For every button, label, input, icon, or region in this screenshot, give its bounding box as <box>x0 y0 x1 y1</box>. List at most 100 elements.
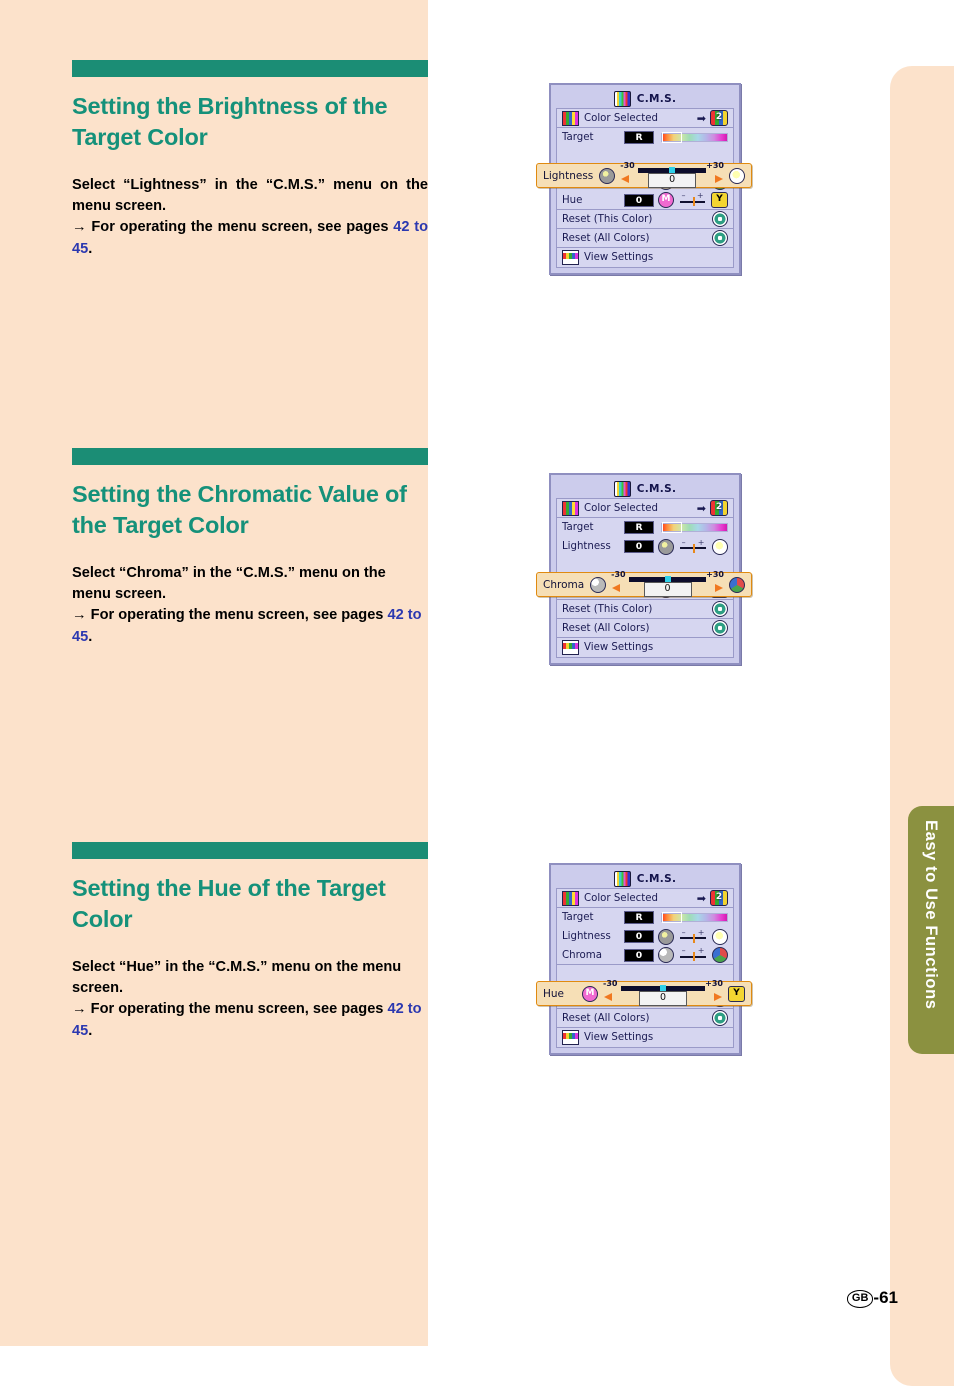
color-number-icon[interactable]: 2 <box>710 500 728 516</box>
osd-row-target[interactable]: Target R <box>557 128 733 147</box>
arrow-right-icon: ➡ <box>696 501 706 515</box>
cms-icon <box>613 870 631 887</box>
arrow-right-icon: ➡ <box>696 891 706 905</box>
color-palette-icon <box>562 500 579 516</box>
reset-icon[interactable] <box>712 601 728 617</box>
cms-icon <box>613 480 631 497</box>
section-rule <box>72 448 428 465</box>
osd-row-color-selected[interactable]: Color Selected ➡ 2 <box>557 109 733 128</box>
hue-slider[interactable]: – + <box>678 191 707 207</box>
decrease-arrow-icon[interactable] <box>621 175 630 183</box>
osd-row-reset-this-color[interactable]: Reset (This Color) <box>557 210 733 229</box>
hue-value-box: 0 <box>639 991 687 1006</box>
minus-tick: – <box>681 927 686 937</box>
chroma-slider[interactable]: -30 +30 0 <box>611 570 724 597</box>
plus-tick: + <box>697 946 705 955</box>
osd-panel: Color Selected ➡ 2 Target R Lightness 0 … <box>556 888 734 1048</box>
osd-row-lightness[interactable]: Lightness 0 – + <box>557 927 733 946</box>
increase-arrow-icon[interactable] <box>715 584 723 592</box>
minus-tick: – <box>681 537 686 547</box>
region-mark: GB <box>846 1290 874 1308</box>
osd-row-reset-all-colors[interactable]: Reset (All Colors) <box>557 619 733 638</box>
yellow-icon: Y <box>728 985 745 1002</box>
magenta-icon: M <box>658 192 674 208</box>
chroma-low-icon <box>658 947 674 963</box>
minus-tick: – <box>681 946 686 955</box>
body-sentence-2: For operating the menu screen, see pages <box>86 607 388 624</box>
target-color-bar[interactable] <box>661 132 728 143</box>
target-label: Target <box>562 912 594 923</box>
osd-row-target[interactable]: Target R <box>557 908 733 927</box>
decrease-arrow-icon[interactable] <box>604 993 613 1001</box>
reset-icon[interactable] <box>712 211 728 227</box>
reset-icon[interactable] <box>712 1010 728 1026</box>
page-number: -61 <box>873 1288 898 1307</box>
lightness-slider[interactable]: – + <box>678 927 708 944</box>
body-period: . <box>88 1022 93 1039</box>
reset-all-colors-label: Reset (All Colors) <box>562 1012 650 1024</box>
decrease-arrow-icon[interactable] <box>612 584 621 592</box>
osd-row-reset-all-colors[interactable]: Reset (All Colors) <box>557 1009 733 1028</box>
hue-value: 0 <box>624 193 654 207</box>
lightness-slider[interactable]: – + <box>678 537 708 554</box>
chroma-label-highlight: Chroma <box>543 578 585 591</box>
reset-icon[interactable] <box>712 230 728 246</box>
osd-row-hue[interactable]: Hue 0 M – + Y <box>557 191 733 210</box>
increase-arrow-icon[interactable] <box>714 993 722 1001</box>
lightness-low-icon <box>658 538 674 555</box>
osd-row-chroma[interactable]: Chroma 0 – + <box>557 946 733 965</box>
target-color-bar[interactable] <box>661 912 728 923</box>
highlight-hue-row[interactable]: Hue M -30 +30 0 Y <box>536 979 752 1006</box>
osd-row-color-selected[interactable]: Color Selected ➡ 2 <box>557 499 733 518</box>
slider-thumb[interactable] <box>693 543 695 553</box>
lightness-label: Lightness <box>562 931 611 942</box>
osd-title-bar: C.M.S. <box>556 89 734 108</box>
osd-row-target[interactable]: Target R <box>557 518 733 537</box>
view-settings-icon <box>562 250 579 265</box>
lightness-low-icon <box>658 928 674 945</box>
reset-icon[interactable] <box>712 620 728 636</box>
osd-row-view-settings[interactable]: View Settings <box>557 638 733 657</box>
hue-label: Hue <box>562 194 583 206</box>
slider-thumb[interactable] <box>693 952 695 961</box>
lightness-slider[interactable]: -30 +30 0 <box>620 161 724 188</box>
osd-row-view-settings[interactable]: View Settings <box>557 248 733 267</box>
target-label: Target <box>562 522 594 533</box>
color-palette-icon <box>562 890 579 906</box>
color-number-icon[interactable]: 2 <box>710 890 728 906</box>
highlight-lightness-row[interactable]: Lightness -30 +30 0 <box>536 161 752 188</box>
plus-tick: + <box>697 927 705 937</box>
slider-thumb[interactable] <box>692 197 695 206</box>
highlight-chroma-row[interactable]: Chroma -30 +30 0 <box>536 570 752 597</box>
body-period: . <box>88 240 93 257</box>
body-sentence: Select “Lightness” in the “C.M.S.” menu … <box>72 176 428 214</box>
slider-max-label: +30 <box>706 570 724 579</box>
osd-row-lightness[interactable]: Lightness 0 – + <box>557 537 733 556</box>
osd-row-view-settings[interactable]: View Settings <box>557 1028 733 1047</box>
chroma-high-icon <box>729 576 745 593</box>
target-selection-box <box>662 912 682 923</box>
plus-tick: + <box>696 191 704 200</box>
chroma-slider[interactable]: – + <box>678 946 708 962</box>
section-chroma: Setting the Chromatic Value of the Targe… <box>72 448 428 648</box>
magenta-icon: M <box>582 985 599 1002</box>
osd-panel: Color Selected ➡ 2 Target R Chroma 0 – +… <box>556 108 734 268</box>
slider-min-label: -30 <box>603 979 618 988</box>
lightness-label: Lightness <box>562 541 611 552</box>
section-rule <box>72 60 428 77</box>
color-number-icon[interactable]: 2 <box>710 110 728 126</box>
reset-this-color-label: Reset (This Color) <box>562 603 653 615</box>
target-selection-box <box>662 132 682 143</box>
target-color-bar[interactable] <box>661 522 728 533</box>
slider-thumb[interactable] <box>693 933 695 943</box>
hue-slider[interactable]: -30 +30 0 <box>603 979 723 1006</box>
target-value: R <box>624 521 654 534</box>
osd-menu-hue: C.M.S. Color Selected ➡ 2 Target R Light… <box>536 863 752 1055</box>
osd-row-color-selected[interactable]: Color Selected ➡ 2 <box>557 889 733 908</box>
osd-row-reset-all-colors[interactable]: Reset (All Colors) <box>557 229 733 248</box>
lightness-high-icon <box>712 928 728 945</box>
osd-row-reset-this-color[interactable]: Reset (This Color) <box>557 600 733 619</box>
increase-arrow-icon[interactable] <box>715 175 723 183</box>
color-selected-label: Color Selected <box>584 502 658 514</box>
body-period: . <box>88 628 93 645</box>
